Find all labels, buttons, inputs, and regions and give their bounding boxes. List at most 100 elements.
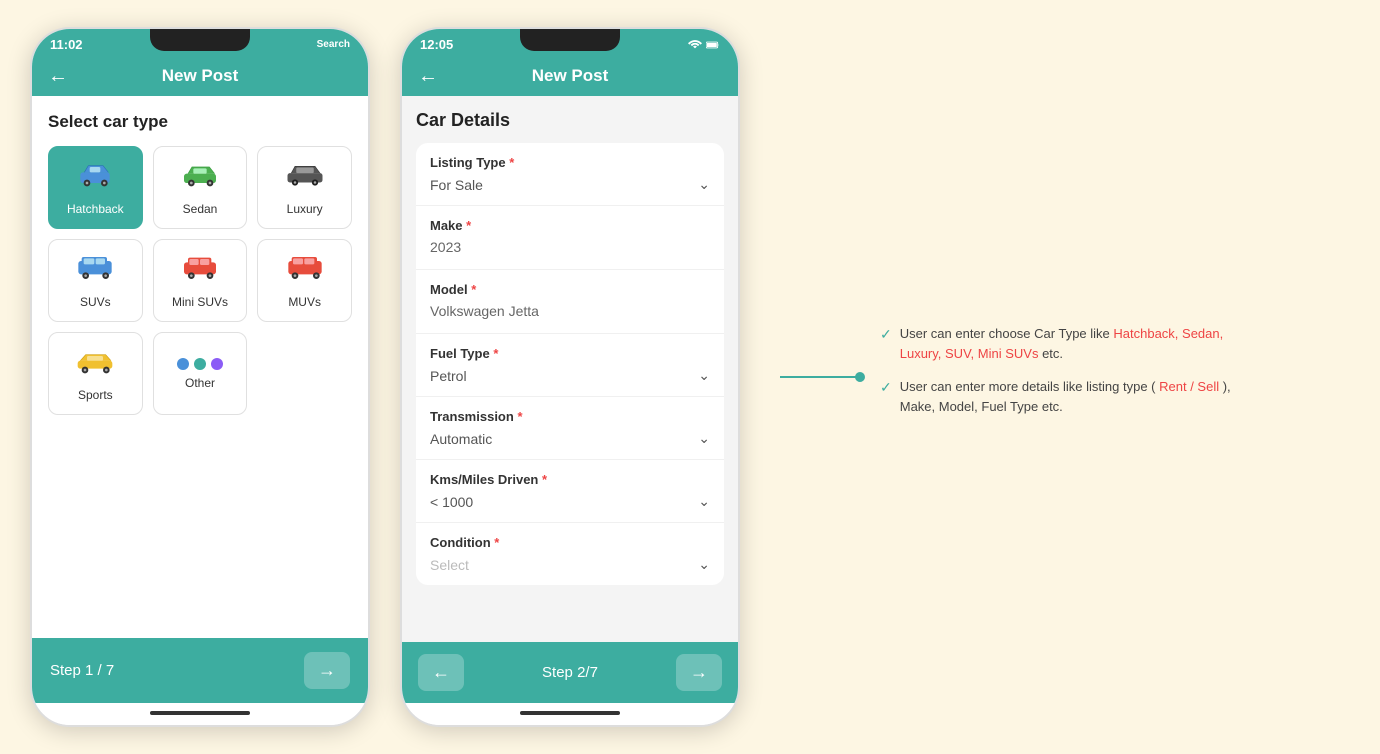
status-time-1: 11:02 xyxy=(50,37,83,52)
value-kms-driven: < 1000 xyxy=(430,494,473,510)
select-car-heading: Select car type xyxy=(48,112,352,132)
phone-screen-1: 11:02 Search ← New Post Select car type xyxy=(30,27,370,727)
input-make[interactable] xyxy=(430,239,710,255)
wifi-icon xyxy=(688,38,702,52)
bottom-bar-nav-2: ← Step 2/7 → xyxy=(402,642,738,703)
home-bar-2 xyxy=(520,711,620,715)
annotation-highlight-0: Hatchback, Sedan, Luxury, SUV, Mini SUVs xyxy=(900,326,1224,361)
prev-button-2[interactable]: ← xyxy=(418,654,464,691)
phone-notch-2 xyxy=(520,29,620,51)
required-marker-0: * xyxy=(509,155,514,170)
required-marker-5: * xyxy=(542,472,547,487)
car-item-sedan[interactable]: Sedan xyxy=(153,146,248,229)
field-transmission: Transmission * Automatic ⌄ xyxy=(416,397,724,460)
car-icon-mini-suvs xyxy=(180,252,220,289)
car-details-content: Car Details Listing Type * For Sale ⌄ Ma… xyxy=(402,96,738,642)
annotation-content: ✓ User can enter choose Car Type like Ha… xyxy=(880,324,1240,430)
back-button-2[interactable]: ← xyxy=(418,65,438,88)
car-label-muvs: MUVs xyxy=(288,295,321,309)
car-label-sports: Sports xyxy=(78,388,113,402)
input-model[interactable] xyxy=(430,303,710,319)
select-fuel-type[interactable]: Petrol ⌄ xyxy=(430,367,710,384)
required-marker-6: * xyxy=(494,535,499,550)
car-item-hatchback[interactable]: Hatchback xyxy=(48,146,143,229)
required-marker-1: * xyxy=(466,218,471,233)
value-transmission: Automatic xyxy=(430,431,492,447)
car-details-card: Listing Type * For Sale ⌄ Make * xyxy=(416,143,724,585)
car-icon-luxury xyxy=(285,159,325,196)
status-icons-2 xyxy=(688,38,720,52)
annotation-text-0: User can enter choose Car Type like Hatc… xyxy=(900,324,1240,363)
field-kms-driven: Kms/Miles Driven * < 1000 ⌄ xyxy=(416,460,724,523)
car-icon-sports xyxy=(75,345,115,382)
car-icon-hatchback xyxy=(75,159,115,196)
car-icon-suvs xyxy=(75,252,115,289)
label-condition: Condition * xyxy=(430,535,710,550)
screen1-title: New Post xyxy=(162,66,239,86)
select-car-content: Select car type Hatchback xyxy=(32,96,368,638)
back-button-1[interactable]: ← xyxy=(48,65,68,88)
step-label-2: Step 2/7 xyxy=(542,664,598,681)
status-time-2: 12:05 xyxy=(420,37,453,52)
car-item-mini-suvs[interactable]: Mini SUVs xyxy=(153,239,248,322)
annotation-section: ✓ User can enter choose Car Type like Ha… xyxy=(780,324,1240,430)
chevron-transmission: ⌄ xyxy=(698,430,710,447)
home-bar-1 xyxy=(150,711,250,715)
required-marker-4: * xyxy=(517,409,522,424)
field-model: Model * xyxy=(416,270,724,334)
car-icon-sedan xyxy=(180,159,220,196)
next-button-1[interactable]: → xyxy=(304,652,350,689)
select-listing-type[interactable]: For Sale ⌄ xyxy=(430,176,710,193)
select-kms-driven[interactable]: < 1000 ⌄ xyxy=(430,493,710,510)
status-icons-1: Search xyxy=(317,39,350,50)
step-label-1: Step 1 / 7 xyxy=(50,662,114,679)
chevron-condition: ⌄ xyxy=(698,556,710,573)
check-icon-1: ✓ xyxy=(880,379,892,396)
value-condition: Select xyxy=(430,557,469,573)
back-label-small: Search xyxy=(317,39,350,50)
select-condition[interactable]: Select ⌄ xyxy=(430,556,710,573)
value-fuel-type: Petrol xyxy=(430,368,467,384)
annotation-item-0: ✓ User can enter choose Car Type like Ha… xyxy=(880,324,1240,363)
car-item-luxury[interactable]: Luxury xyxy=(257,146,352,229)
other-dots xyxy=(177,358,223,370)
nav-bar-2: ← New Post xyxy=(402,56,738,96)
label-kms-driven: Kms/Miles Driven * xyxy=(430,472,710,487)
field-listing-type: Listing Type * For Sale ⌄ xyxy=(416,143,724,206)
next-button-2[interactable]: → xyxy=(676,654,722,691)
annotation-item-1: ✓ User can enter more details like listi… xyxy=(880,377,1240,416)
car-item-suvs[interactable]: SUVs xyxy=(48,239,143,322)
car-type-grid: Hatchback Sedan xyxy=(48,146,352,415)
field-make: Make * xyxy=(416,206,724,270)
select-transmission[interactable]: Automatic ⌄ xyxy=(430,430,710,447)
dot-teal xyxy=(194,358,206,370)
car-item-muvs[interactable]: MUVs xyxy=(257,239,352,322)
field-condition: Condition * Select ⌄ xyxy=(416,523,724,585)
chevron-kms-driven: ⌄ xyxy=(698,493,710,510)
bottom-bar-1: Step 1 / 7 → xyxy=(32,638,368,703)
battery-icon xyxy=(706,38,720,52)
chevron-fuel-type: ⌄ xyxy=(698,367,710,384)
car-icon-muvs xyxy=(285,252,325,289)
car-item-other[interactable]: Other xyxy=(153,332,248,415)
phone-notch xyxy=(150,29,250,51)
car-label-other: Other xyxy=(185,376,215,390)
label-make: Make * xyxy=(430,218,710,233)
screen2-title: New Post xyxy=(532,66,609,86)
field-fuel-type: Fuel Type * Petrol ⌄ xyxy=(416,334,724,397)
check-icon-0: ✓ xyxy=(880,326,892,343)
car-label-hatchback: Hatchback xyxy=(67,202,124,216)
label-model: Model * xyxy=(430,282,710,297)
home-indicator-2 xyxy=(402,703,738,725)
car-label-sedan: Sedan xyxy=(183,202,218,216)
required-marker-2: * xyxy=(471,282,476,297)
annotation-text-1: User can enter more details like listing… xyxy=(900,377,1240,416)
car-details-heading: Car Details xyxy=(416,110,724,131)
dot-blue xyxy=(177,358,189,370)
car-label-mini-suvs: Mini SUVs xyxy=(172,295,228,309)
car-label-suvs: SUVs xyxy=(80,295,111,309)
label-fuel-type: Fuel Type * xyxy=(430,346,710,361)
label-transmission: Transmission * xyxy=(430,409,710,424)
phone-screen-2: 12:05 ← New Post Car Details Listing Typ… xyxy=(400,27,740,727)
car-item-sports[interactable]: Sports xyxy=(48,332,143,415)
